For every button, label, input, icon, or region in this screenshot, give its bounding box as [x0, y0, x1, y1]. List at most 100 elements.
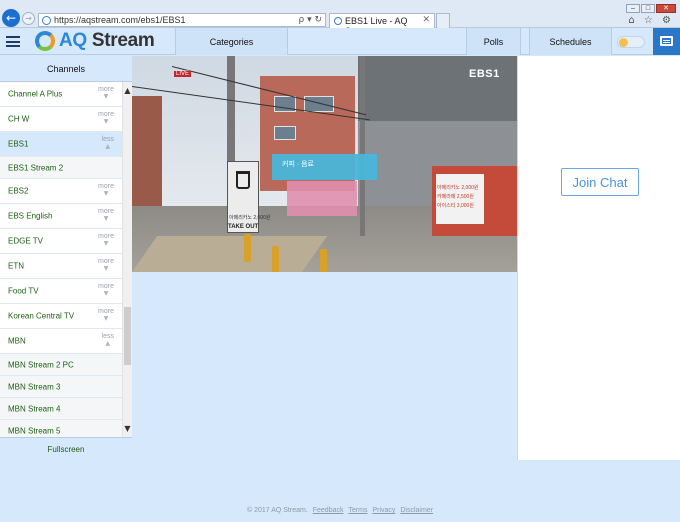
site-header: AQ Stream Categories Polls Schedules: [0, 28, 680, 55]
chat-toggle-button[interactable]: [653, 28, 680, 55]
video-bollard: [320, 249, 327, 272]
address-bar[interactable]: https://aqstream.com/ebs1/EBS1 ρ ▾ ↻: [38, 13, 326, 27]
toggle-label: less: [101, 136, 114, 143]
sign-text: 커피 · 음료: [282, 161, 314, 168]
logo-mark-icon: [35, 31, 55, 51]
caret-down-icon: ▼: [103, 215, 109, 222]
toggle-label: more: [98, 86, 114, 93]
channel-name: Korean Central TV: [8, 311, 75, 321]
channel-name: EBS1 Stream 2: [8, 163, 64, 172]
channel-name: Channel A Plus: [8, 89, 63, 99]
back-arrow-icon[interactable]: ←: [2, 9, 20, 27]
sandwich-price-text: 아메리카노 2,000원: [229, 215, 271, 221]
hamburger-menu-icon[interactable]: [6, 36, 20, 47]
footer: © 2017 AQ Stream. Feedback Terms Privacy…: [0, 507, 680, 514]
minimize-button[interactable]: –: [626, 4, 640, 13]
channel-scrollbar[interactable]: ▲ ▼: [122, 82, 132, 437]
channel-more-toggle[interactable]: more ▼: [98, 233, 114, 247]
channel-name: MBN Stream 5: [8, 426, 61, 435]
schedules-button[interactable]: Schedules: [529, 28, 612, 55]
caret-down-icon: ▼: [103, 190, 109, 197]
categories-button[interactable]: Categories: [175, 28, 288, 55]
channel-less-toggle[interactable]: less ▲: [102, 333, 114, 347]
channel-more-toggle[interactable]: more ▼: [98, 183, 114, 197]
channel-name: CH W: [8, 114, 30, 124]
channel-name: EBS English: [8, 211, 53, 221]
tab-favicon-icon: [334, 17, 342, 25]
channel-less-toggle[interactable]: less ▲: [102, 136, 114, 150]
scroll-up-icon[interactable]: ▲: [123, 86, 132, 95]
site-logo[interactable]: AQ Stream: [35, 30, 155, 52]
channel-more-toggle[interactable]: more ▼: [98, 111, 114, 125]
channel-name: MBN: [8, 336, 26, 346]
video-pole: [360, 56, 365, 236]
channel-watermark: EBS1: [469, 68, 500, 80]
channel-name: EDGE TV: [8, 236, 43, 246]
channel-name: Food TV: [8, 286, 39, 296]
maximize-button[interactable]: □: [641, 4, 655, 13]
channel-more-toggle[interactable]: more ▼: [98, 258, 114, 272]
caret-up-icon: ▲: [105, 143, 111, 150]
channel-more-toggle[interactable]: more ▼: [98, 283, 114, 297]
caret-down-icon: ▼: [103, 265, 109, 272]
channel-item[interactable]: Korean Central TV more ▼: [0, 304, 122, 329]
theme-toggle[interactable]: [617, 36, 645, 48]
video-player[interactable]: LIVE EBS1 아메리카노 2,000원 TAKE OUT 커피 · 음료 …: [132, 56, 517, 272]
caret-down-icon: ▼: [103, 290, 109, 297]
channel-item[interactable]: MBN less ▲: [0, 329, 122, 354]
channel-stream-item[interactable]: MBN Stream 2 PC: [0, 354, 122, 376]
live-tag: LIVE: [174, 71, 192, 77]
toggle-knob: [619, 38, 628, 47]
logo-text: AQ Stream: [59, 30, 155, 51]
channel-name: MBN Stream 4: [8, 404, 61, 413]
toggle-label: more: [98, 283, 114, 290]
footer-link-terms[interactable]: Terms: [348, 507, 367, 514]
channel-name: MBN Stream 2 PC: [8, 360, 74, 369]
channel-stream-item[interactable]: MBN Stream 3: [0, 376, 122, 398]
join-chat-button[interactable]: Join Chat: [561, 168, 639, 196]
channel-stream-item[interactable]: MBN Stream 5: [0, 420, 122, 437]
video-building: [358, 56, 517, 121]
channel-stream-item[interactable]: MBN Stream 4: [0, 398, 122, 420]
channel-name: EBS2: [8, 186, 29, 196]
tab-close-icon[interactable]: ✕: [422, 15, 430, 25]
channel-name: MBN Stream 3: [8, 382, 61, 391]
new-tab-button[interactable]: [436, 13, 450, 28]
toggle-label: more: [98, 233, 114, 240]
fullscreen-button[interactable]: Fullscreen: [0, 437, 132, 460]
footer-link-privacy[interactable]: Privacy: [372, 507, 395, 514]
chat-icon: [660, 36, 673, 46]
channel-item[interactable]: EDGE TV more ▼: [0, 229, 122, 254]
channel-item[interactable]: EBS1 less ▲: [0, 132, 122, 157]
address-tools[interactable]: ρ ▾ ↻: [299, 15, 323, 25]
toggle-label: more: [98, 111, 114, 118]
caret-down-icon: ▼: [103, 315, 109, 322]
scroll-down-icon[interactable]: ▼: [123, 424, 132, 433]
channel-item[interactable]: CH W more ▼: [0, 107, 122, 132]
browser-tab[interactable]: EBS1 Live - AQ Stream ✕: [329, 13, 435, 36]
polls-button[interactable]: Polls: [466, 28, 521, 55]
address-url[interactable]: https://aqstream.com/ebs1/EBS1: [54, 15, 186, 25]
site-favicon-icon: [42, 16, 51, 25]
channel-more-toggle[interactable]: more ▼: [98, 308, 114, 322]
caret-down-icon: ▼: [103, 118, 109, 125]
footer-link-disclaimer[interactable]: Disclaimer: [400, 507, 433, 514]
channel-name: ETN: [8, 261, 24, 271]
caret-up-icon: ▲: [105, 340, 111, 347]
channel-sidebar: Channels Channel A Plus more ▼ CH Wmore ▼ EBS…: [0, 56, 132, 460]
channel-item[interactable]: EBS2 more ▼: [0, 179, 122, 204]
toggle-label: more: [98, 208, 114, 215]
channel-item[interactable]: Channel A Plus more ▼: [0, 82, 122, 107]
channel-stream-item[interactable]: EBS1 Stream 2: [0, 157, 122, 179]
channel-item[interactable]: ETN more ▼: [0, 254, 122, 279]
channel-item[interactable]: EBS English more ▼: [0, 204, 122, 229]
footer-link-feedback[interactable]: Feedback: [313, 507, 344, 514]
channel-more-toggle[interactable]: more ▼: [98, 86, 114, 100]
toggle-label: more: [98, 308, 114, 315]
scroll-thumb[interactable]: [124, 307, 131, 365]
forward-arrow-icon[interactable]: →: [22, 12, 35, 25]
browser-toolbar-icons[interactable]: ⌂ ☆ ⚙: [628, 15, 674, 26]
channel-item[interactable]: Food TV more ▼: [0, 279, 122, 304]
channel-more-toggle[interactable]: more ▼: [98, 208, 114, 222]
close-window-button[interactable]: ✕: [656, 4, 676, 13]
